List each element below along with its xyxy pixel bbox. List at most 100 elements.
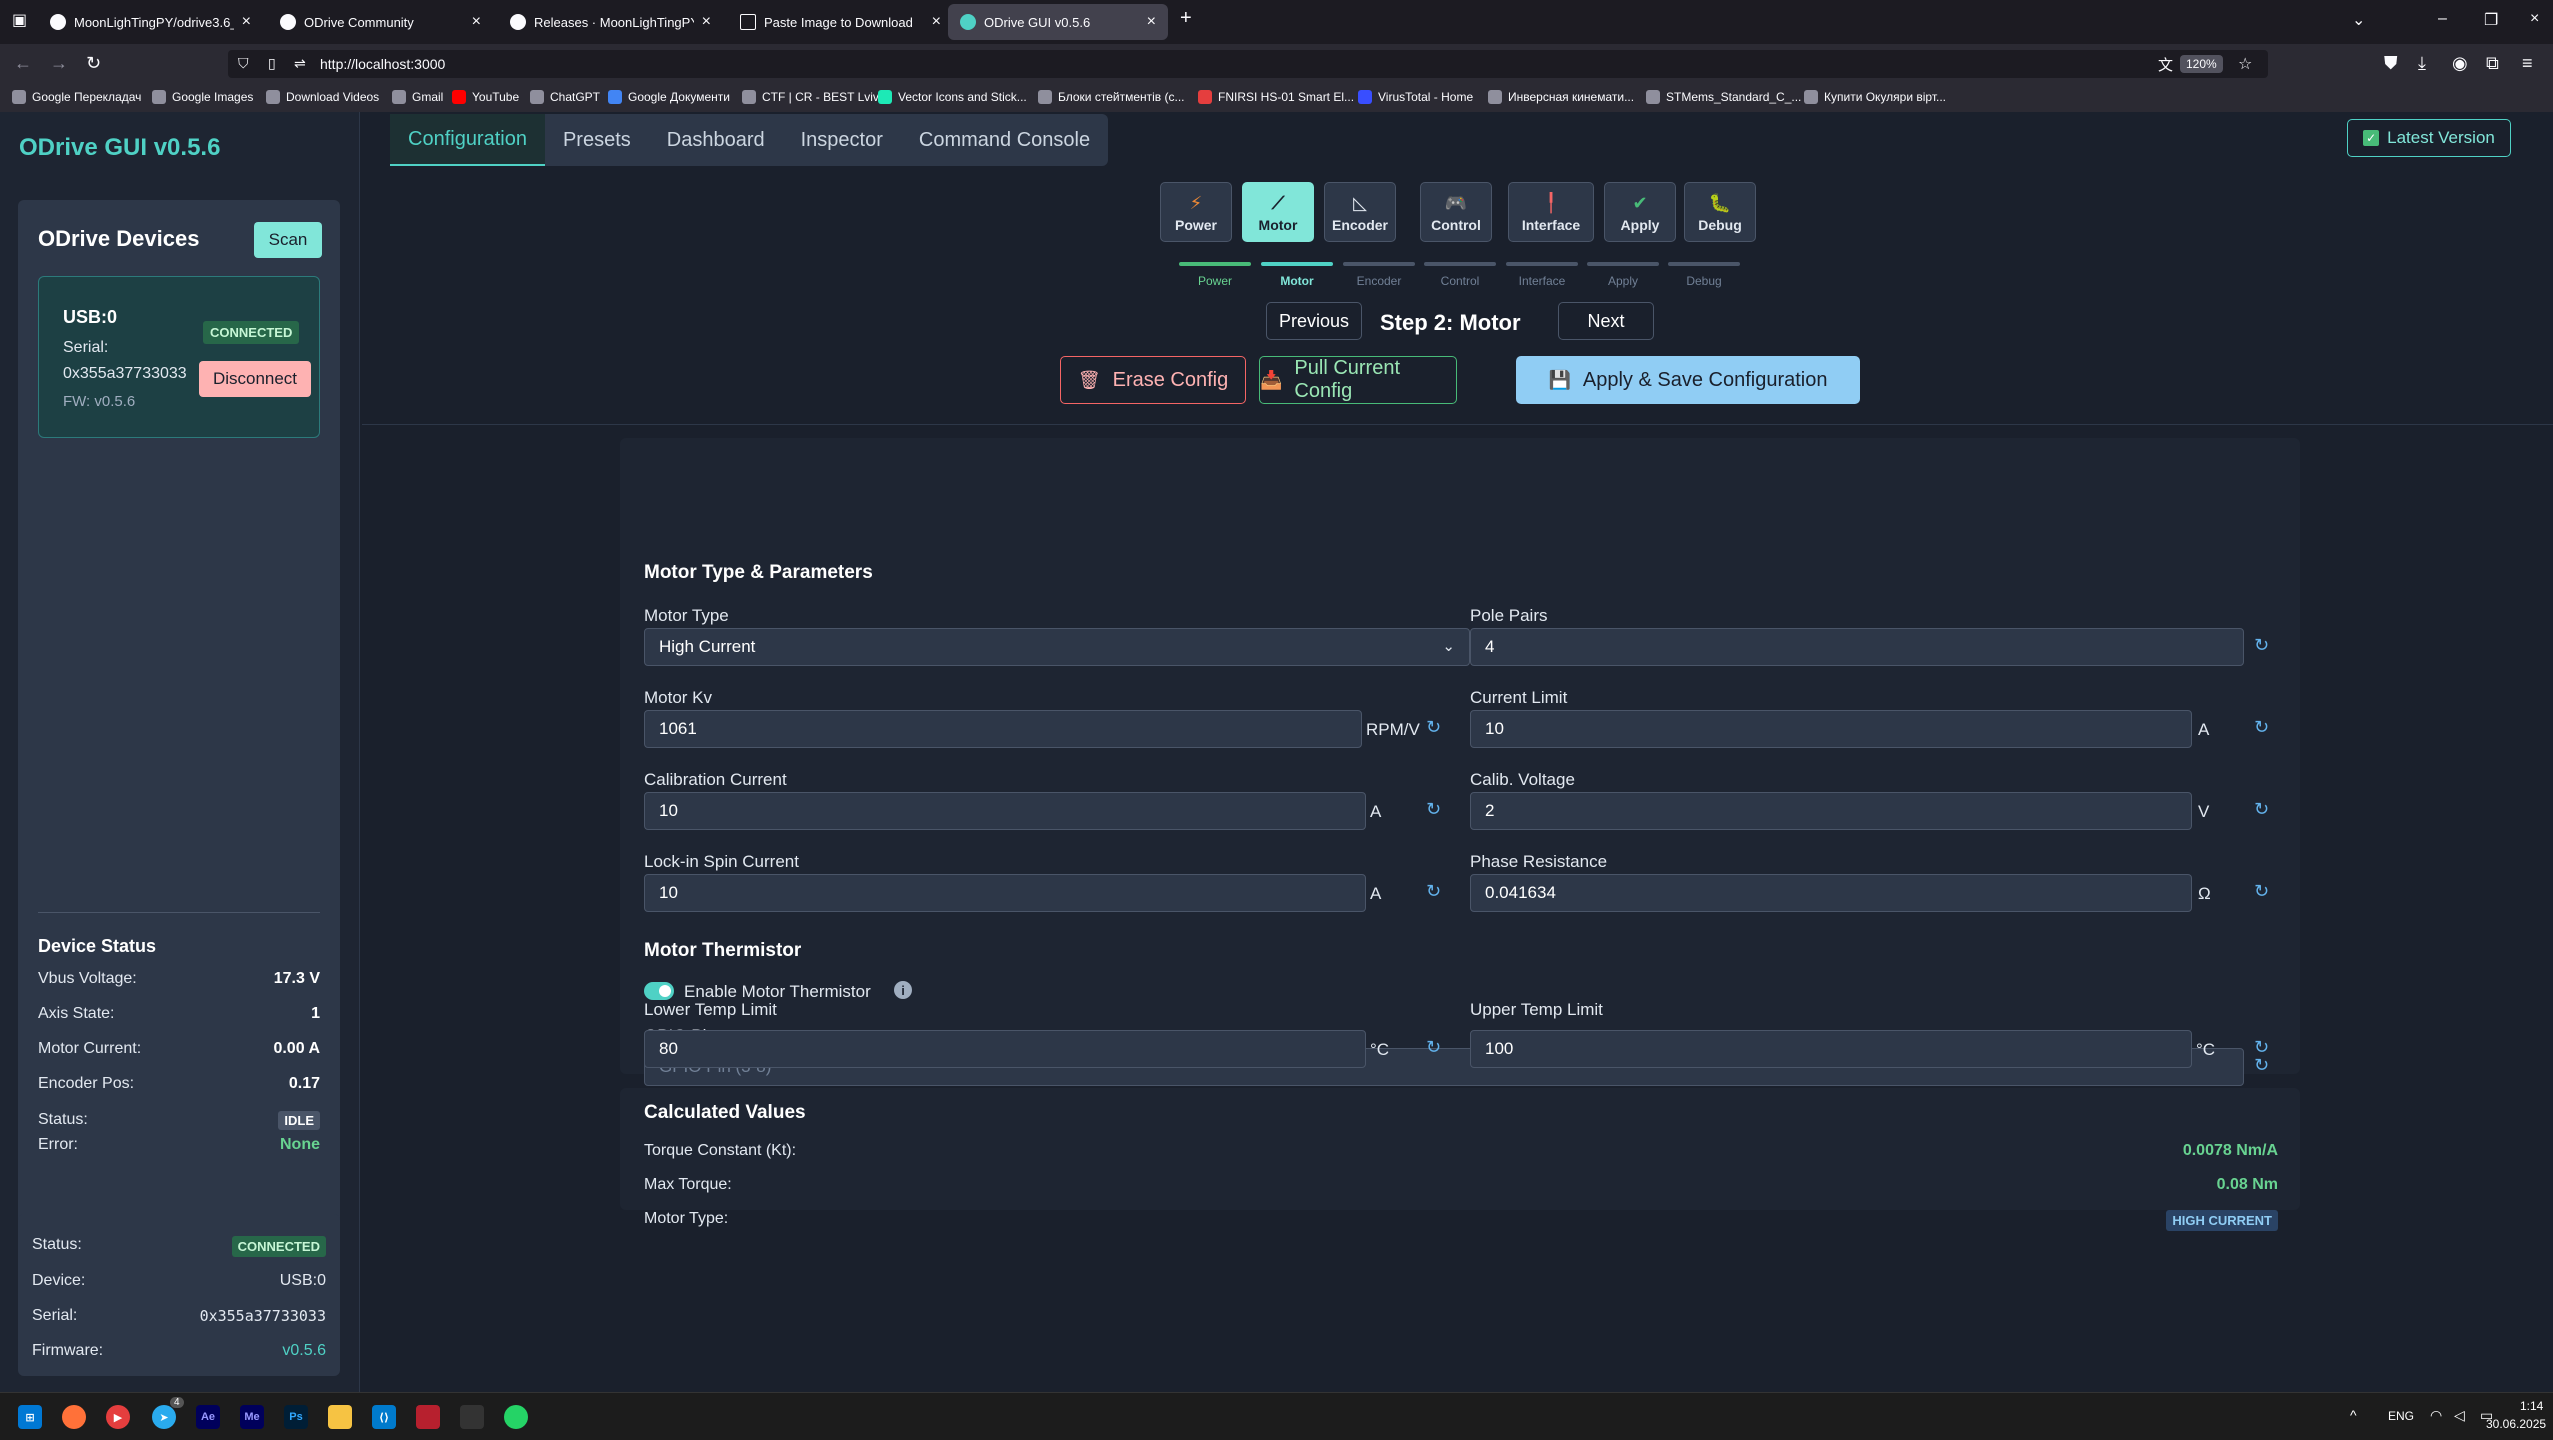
bookmark-7[interactable]: Google Документи [608, 90, 730, 104]
erase-config-button[interactable]: 🗑 Erase Config [1060, 356, 1246, 404]
close-icon[interactable]: × [932, 13, 941, 31]
phase-resistance-input[interactable]: 0.041634 [1470, 874, 2192, 912]
previous-button[interactable]: Previous [1266, 302, 1362, 340]
refresh-icon[interactable]: ↻ [2254, 635, 2269, 656]
step-motor[interactable]: ⟋ Motor [1242, 182, 1314, 242]
firefox-icon[interactable] [62, 1405, 86, 1429]
info-icon[interactable]: i [894, 981, 912, 999]
volume-icon[interactable]: ◁ [2454, 1407, 2465, 1424]
language-indicator[interactable]: ENG [2388, 1409, 2414, 1423]
zoom-level[interactable]: 120% [2180, 55, 2223, 73]
motor-kv-input[interactable]: 1061 [644, 710, 1362, 748]
browser-tab-1[interactable]: MoonLighTingPY/odrive3.6_wel × [38, 4, 263, 40]
window-close-icon[interactable]: × [2530, 10, 2539, 28]
step-apply[interactable]: ✔ Apply [1604, 182, 1676, 242]
bookmark-2[interactable]: Google Images [152, 90, 253, 104]
bookmark-star-icon[interactable]: ☆ [2238, 54, 2252, 74]
browser-tab-2[interactable]: ODrive Community × [268, 4, 493, 40]
bookmark-3[interactable]: Download Videos [266, 90, 379, 104]
extensions-icon[interactable]: ⧉ [2486, 53, 2499, 74]
refresh-icon[interactable]: ↻ [1426, 799, 1441, 820]
windows-start-icon[interactable]: ⊞ [18, 1405, 42, 1429]
bookmark-15[interactable]: Купити Окуляри вірт... [1804, 90, 1946, 104]
close-icon[interactable]: × [242, 13, 251, 31]
current-limit-input[interactable]: 10 [1470, 710, 2192, 748]
shield-icon[interactable]: ⛉ [238, 55, 249, 72]
new-tab-icon[interactable]: + [1180, 7, 1192, 30]
downloads-icon[interactable]: ⤓ [2418, 53, 2426, 74]
bookmark-10[interactable]: Блоки стейтментів (c... [1038, 90, 1185, 104]
youtube-music-icon[interactable]: ▶ [106, 1405, 130, 1429]
bookmark-6[interactable]: ChatGPT [530, 90, 600, 104]
reload-icon[interactable]: ↻ [86, 53, 101, 74]
after-effects-icon[interactable]: Ae [196, 1405, 220, 1429]
bookmark-13[interactable]: Инверсная кинемати... [1488, 90, 1634, 104]
bookmark-4[interactable]: Gmail [392, 90, 443, 104]
step-interface[interactable]: ╿ Interface [1508, 182, 1594, 242]
account-icon[interactable]: ◉ [2452, 53, 2468, 74]
step-encoder[interactable]: ◺ Encoder [1324, 182, 1396, 242]
pole-pairs-input[interactable]: 4 [1470, 628, 2244, 666]
upper-temp-input[interactable]: 100 [1470, 1030, 2192, 1068]
step-control[interactable]: 🎮 Control [1420, 182, 1492, 242]
bookmark-12[interactable]: VirusTotal - Home [1358, 90, 1473, 104]
thermistor-toggle[interactable] [644, 982, 674, 1000]
device-card[interactable]: USB:0 Serial: 0x355a37733033 FW: v0.5.6 … [38, 276, 320, 438]
bookmark-5[interactable]: YouTube [452, 90, 519, 104]
refresh-icon[interactable]: ↻ [2254, 881, 2269, 902]
restore-icon[interactable]: ❐ [2484, 10, 2498, 30]
browser-tab-5[interactable]: ODrive GUI v0.5.6 × [948, 4, 1168, 40]
url-bar[interactable]: ⛉ ▯ ⇌ http://localhost:3000 文 ☆ [228, 50, 2268, 78]
wifi-icon[interactable]: ◠ [2430, 1407, 2442, 1424]
page-info-icon[interactable]: ▯ [268, 55, 276, 72]
tab-configuration[interactable]: Configuration [390, 114, 545, 166]
forward-icon[interactable]: → [50, 53, 68, 74]
bookmark-9[interactable]: Vector Icons and Stick... [878, 90, 1027, 104]
close-icon[interactable]: × [472, 13, 481, 31]
tab-command-console[interactable]: Command Console [901, 114, 1108, 166]
file-explorer-icon[interactable] [328, 1405, 352, 1429]
step-power[interactable]: ⚡ Power [1160, 182, 1232, 242]
close-icon[interactable]: × [702, 13, 711, 31]
refresh-icon[interactable]: ↻ [2254, 799, 2269, 820]
permissions-icon[interactable]: ⇌ [294, 55, 306, 72]
chevron-up-icon[interactable]: ^ [2350, 1407, 2357, 1423]
url-text[interactable]: http://localhost:3000 [320, 56, 445, 72]
tab-inspector[interactable]: Inspector [783, 114, 901, 166]
disconnect-button[interactable]: Disconnect [199, 361, 311, 397]
tab-overview-icon[interactable]: ▣ [12, 10, 27, 30]
step-debug[interactable]: 🐛 Debug [1684, 182, 1756, 242]
scan-button[interactable]: Scan [254, 222, 322, 258]
next-button[interactable]: Next [1558, 302, 1654, 340]
refresh-icon[interactable]: ↻ [1426, 1037, 1441, 1058]
tab-presets[interactable]: Presets [545, 114, 649, 166]
refresh-icon[interactable]: ↻ [2254, 1037, 2269, 1058]
apply-save-button[interactable]: 💾 Apply & Save Configuration [1516, 356, 1860, 404]
translate-icon[interactable]: 文 [2158, 54, 2173, 75]
calib-current-input[interactable]: 10 [644, 792, 1366, 830]
vscode-icon[interactable]: ⟨⟩ [372, 1405, 396, 1429]
tab-list-icon[interactable]: ⌄ [2352, 10, 2365, 30]
refresh-icon[interactable]: ↻ [2254, 717, 2269, 738]
tab-dashboard[interactable]: Dashboard [649, 114, 783, 166]
lockin-current-input[interactable]: 10 [644, 874, 1366, 912]
bookmark-8[interactable]: CTF | CR - BEST Lviv [742, 90, 879, 104]
motor-type-select[interactable]: High Current ⌄ [644, 628, 1470, 666]
menu-icon[interactable]: ≡ [2522, 53, 2533, 74]
media-encoder-icon[interactable]: Me [240, 1405, 264, 1429]
back-icon[interactable]: ← [14, 53, 32, 74]
whatsapp-icon[interactable] [504, 1405, 528, 1429]
bookmark-1[interactable]: Google Перекладач [12, 90, 141, 104]
pocket-icon[interactable]: ⛊ [2384, 53, 2398, 74]
refresh-icon[interactable]: ↻ [1426, 881, 1441, 902]
refresh-icon[interactable]: ↻ [2254, 1055, 2269, 1076]
close-icon[interactable]: × [1147, 13, 1156, 31]
refresh-icon[interactable]: ↻ [1426, 717, 1441, 738]
bookmark-11[interactable]: FNIRSI HS-01 Smart El... [1198, 90, 1354, 104]
lower-temp-input[interactable]: 80 [644, 1030, 1366, 1068]
bookmark-14[interactable]: STMems_Standard_C_... [1646, 90, 1801, 104]
app-icon[interactable] [460, 1405, 484, 1429]
app-icon[interactable] [416, 1405, 440, 1429]
browser-tab-3[interactable]: Releases · MoonLighTingPY/od × [498, 4, 723, 40]
pull-config-button[interactable]: 📥 Pull Current Config [1259, 356, 1457, 404]
